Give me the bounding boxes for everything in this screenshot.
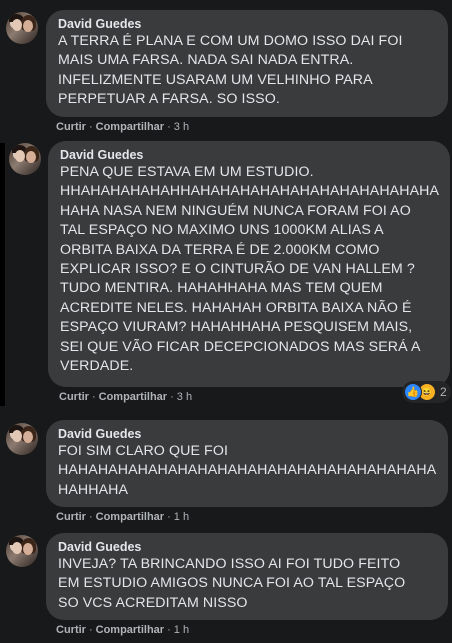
thread-indicator-bar: [0, 143, 5, 406]
comment-text: INVEJA? TA BRINCANDO ISSO AI FOI TUDO FE…: [58, 556, 406, 611]
share-button[interactable]: Compartilhar: [96, 121, 164, 133]
like-button[interactable]: Curtir: [59, 391, 89, 403]
reaction-count: 2: [440, 385, 447, 399]
comment-author[interactable]: David Guedes: [58, 539, 436, 555]
comment-bubble: David Guedes PENA QUE ESTAVA EM UM ESTUD…: [48, 141, 450, 387]
comment-timestamp[interactable]: 1 h: [174, 624, 189, 636]
like-button[interactable]: Curtir: [56, 624, 86, 636]
comment-actions: Curtir · Compartilhar · 1 h: [56, 624, 190, 636]
share-button[interactable]: Compartilhar: [96, 511, 164, 523]
like-button[interactable]: Curtir: [56, 121, 86, 133]
comment-text: FOI SIM CLARO QUE FOI HAHAHAHAHAHAHAHAHA…: [58, 443, 437, 498]
comment-bubble: David Guedes FOI SIM CLARO QUE FOI HAHAH…: [46, 420, 448, 507]
share-button[interactable]: Compartilhar: [99, 391, 167, 403]
comment-bubble: David Guedes INVEJA? TA BRINCANDO ISSO A…: [46, 533, 448, 620]
comment-author[interactable]: David Guedes: [60, 147, 438, 163]
comment-timestamp[interactable]: 3 h: [177, 391, 192, 403]
avatar[interactable]: [6, 423, 38, 455]
like-button[interactable]: Curtir: [56, 511, 86, 523]
avatar[interactable]: [6, 12, 38, 44]
share-button[interactable]: Compartilhar: [96, 624, 164, 636]
avatar[interactable]: [6, 535, 38, 567]
comment-timestamp[interactable]: 1 h: [174, 511, 189, 523]
like-reaction-icon: 👍: [404, 383, 422, 401]
comment-bubble: David Guedes A TERRA É PLANA E COM UM DO…: [46, 10, 448, 117]
comment-text: A TERRA É PLANA E COM UM DOMO ISSO DAI F…: [58, 33, 403, 108]
reaction-summary[interactable]: 👍 😆 2: [402, 381, 451, 403]
comment-text: PENA QUE ESTAVA EM UM ESTUDIO. HHAHAHAHA…: [60, 164, 440, 375]
avatar[interactable]: [9, 143, 41, 175]
comment-timestamp[interactable]: 3 h: [174, 121, 189, 133]
comment-author[interactable]: David Guedes: [58, 16, 436, 32]
comment-actions: Curtir · Compartilhar · 1 h: [56, 511, 190, 523]
comment-author[interactable]: David Guedes: [58, 426, 436, 442]
comment-actions: Curtir · Compartilhar · 3 h: [59, 391, 193, 403]
comment-actions: Curtir · Compartilhar · 3 h: [56, 121, 190, 133]
